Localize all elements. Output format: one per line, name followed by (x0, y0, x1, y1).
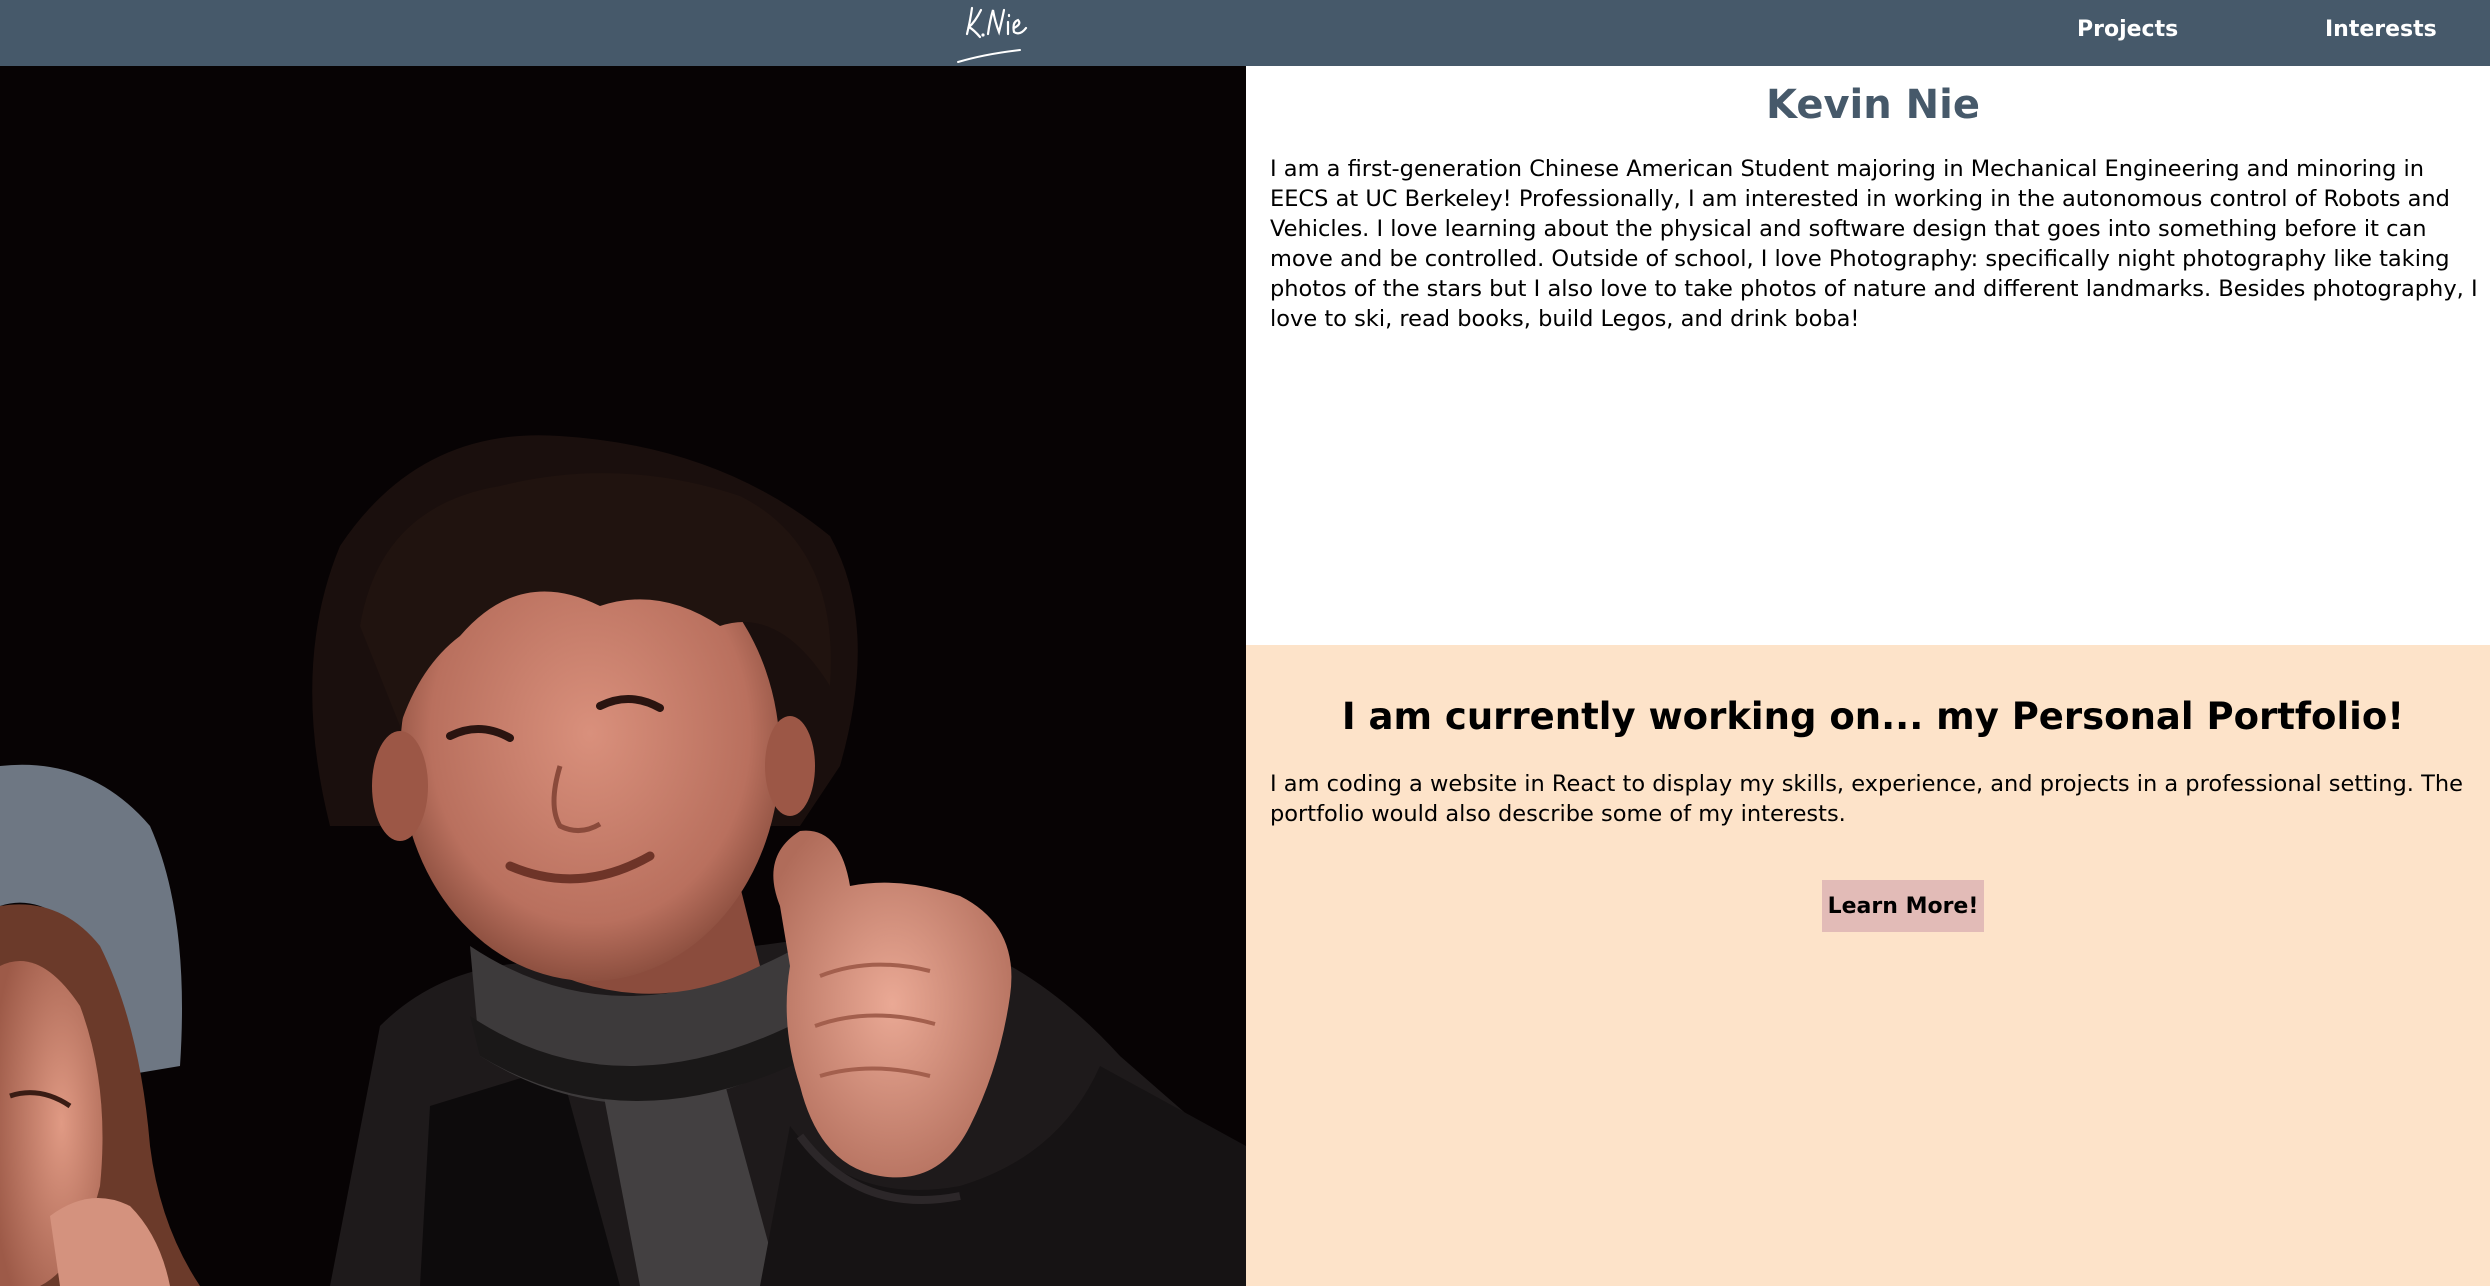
navbar: Projects Interests (0, 0, 2490, 66)
nav-interests-link[interactable]: Interests (2325, 0, 2437, 60)
profile-name: Kevin Nie (1766, 82, 1980, 128)
profile-photo (0, 66, 1246, 1286)
current-project-description: I am coding a website in React to displa… (1270, 771, 2463, 827)
about-section: Kevin Nie I am a first-generation Chines… (1246, 66, 2490, 645)
bio-text: I am a first-generation Chinese American… (1270, 156, 2478, 332)
learn-more-button[interactable]: Learn More! (1822, 880, 1984, 932)
nav-projects-link[interactable]: Projects (2077, 0, 2178, 60)
signature-logo[interactable] (950, 0, 1040, 68)
current-project-heading: I am currently working on... my Personal… (1341, 695, 2405, 738)
current-project-section: I am currently working on... my Personal… (1246, 645, 2490, 1286)
